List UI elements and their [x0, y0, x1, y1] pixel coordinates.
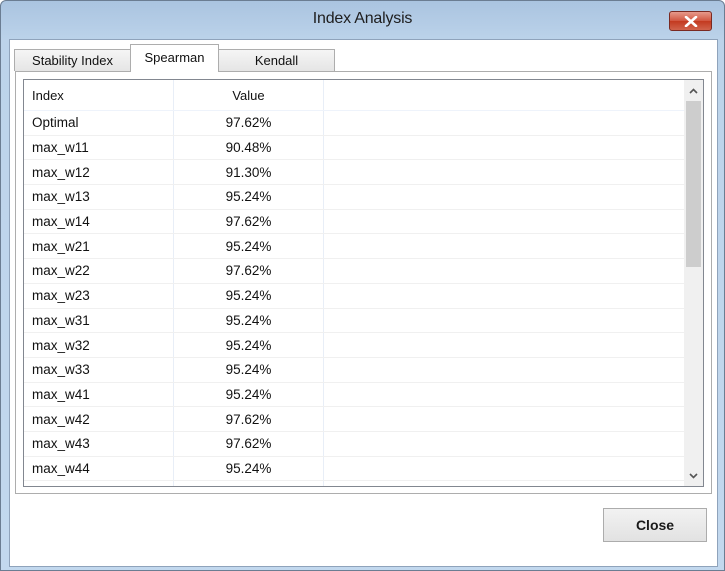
dialog-client-area: Stability Index Spearman Kendall Index V… — [9, 39, 718, 567]
cell-index: max_w44 — [24, 456, 174, 481]
cell-index: max_w21 — [24, 234, 174, 259]
cell-index: max_w11 — [24, 135, 174, 160]
cell-value: 97.62% — [174, 111, 324, 135]
cell-filler — [324, 358, 684, 382]
table-row[interactable]: max_w33 95.24% — [24, 357, 684, 383]
cell-filler — [324, 111, 684, 135]
cell-value: 95.24% — [174, 308, 324, 333]
table-row[interactable]: Optimal 97.62% — [24, 111, 684, 136]
chevron-up-icon — [689, 87, 698, 94]
window-close-button[interactable] — [669, 11, 712, 31]
tab-label: Stability Index — [32, 53, 113, 68]
scroll-up-button[interactable] — [684, 81, 703, 100]
tab-label: Kendall — [254, 53, 299, 68]
cell-index: max_w31 — [24, 308, 174, 333]
scroll-down-button[interactable] — [684, 466, 703, 485]
cell-index: max_w14 — [24, 209, 174, 234]
table-row[interactable]: max_w11 90.48% — [24, 135, 684, 161]
tab-kendall[interactable]: Kendall — [218, 49, 335, 71]
cell-value: 95.24% — [174, 357, 324, 382]
table-row[interactable]: max_w41 95.24% — [24, 382, 684, 408]
vertical-scrollbar[interactable] — [684, 80, 703, 486]
scroll-thumb[interactable] — [686, 101, 701, 267]
table-row[interactable]: max_w31 95.24% — [24, 308, 684, 334]
cell-value: 95.24% — [174, 185, 324, 209]
cell-filler — [324, 234, 684, 258]
cell-filler — [324, 383, 684, 407]
table-header: Index Value — [24, 80, 684, 111]
cell-index: max_w41 — [24, 382, 174, 407]
cell-index: max_w33 — [24, 357, 174, 382]
cell-index: max_w51 — [24, 481, 174, 486]
column-header-filler — [324, 80, 684, 110]
cell-filler — [324, 481, 684, 486]
cell-value: 97.62% — [174, 431, 324, 456]
table-row[interactable]: max_w13 95.24% — [24, 185, 684, 210]
cell-filler — [324, 432, 684, 456]
cell-filler — [324, 259, 684, 283]
cell-filler — [324, 457, 684, 481]
cell-filler — [324, 284, 684, 308]
spearman-tab-panel: Index Value Optimal 97.62% max_w11 90.48% ma… — [15, 71, 712, 494]
table-row[interactable]: max_w21 95.24% — [24, 234, 684, 260]
table-row[interactable]: max_w5195.24% — [24, 481, 684, 486]
cell-filler — [324, 309, 684, 333]
cell-index: max_w12 — [24, 160, 174, 185]
table-row[interactable]: max_w32 95.24% — [24, 333, 684, 358]
cell-filler — [324, 185, 684, 209]
table-body: Index Value Optimal 97.62% max_w11 90.48% ma… — [24, 80, 684, 486]
close-button[interactable]: Close — [603, 508, 707, 542]
table-row[interactable]: max_w14 97.62% — [24, 209, 684, 235]
results-table[interactable]: Index Value Optimal 97.62% max_w11 90.48% ma… — [23, 79, 704, 487]
cell-filler — [324, 210, 684, 234]
cell-index: max_w43 — [24, 431, 174, 456]
tab-stability-index[interactable]: Stability Index — [14, 49, 131, 71]
cell-index: max_w42 — [24, 407, 174, 431]
cell-value: 95.24% — [174, 234, 324, 259]
table-row[interactable]: max_w23 95.24% — [24, 283, 684, 309]
index-analysis-window: Index Analysis Stability Index Spearman … — [0, 0, 725, 571]
tab-spearman[interactable]: Spearman — [130, 44, 219, 72]
cell-value: 95.24% — [174, 333, 324, 357]
cell-filler — [324, 136, 684, 160]
column-header-value[interactable]: Value — [174, 80, 324, 110]
cell-filler — [324, 160, 684, 184]
chevron-down-icon — [689, 472, 698, 479]
window-title: Index Analysis — [312, 10, 413, 27]
column-header-index[interactable]: Index — [24, 80, 174, 110]
title-bar[interactable]: Index Analysis — [1, 1, 724, 39]
table-rows: Optimal 97.62% max_w11 90.48% max_w12 91.30% m… — [24, 111, 684, 486]
table-row[interactable]: max_w43 97.62% — [24, 431, 684, 457]
cell-value: 97.62% — [174, 259, 324, 283]
cell-value: 90.48% — [174, 135, 324, 160]
close-x-icon — [684, 15, 697, 27]
cell-index: Optimal — [24, 111, 174, 135]
cell-value: 91.30% — [174, 160, 324, 185]
cell-filler — [324, 333, 684, 357]
cell-value: 97.62% — [174, 407, 324, 431]
cell-index: max_w23 — [24, 283, 174, 308]
cell-filler — [324, 407, 684, 431]
cell-value: 97.62% — [174, 209, 324, 234]
cell-index: max_w13 — [24, 185, 174, 209]
cell-value: 95.24% — [174, 481, 324, 486]
tab-strip: Stability Index Spearman Kendall — [14, 44, 335, 72]
cell-index: max_w32 — [24, 333, 174, 357]
tab-label: Spearman — [144, 50, 205, 65]
table-row[interactable]: max_w12 91.30% — [24, 160, 684, 186]
cell-value: 95.24% — [174, 382, 324, 407]
cell-index: max_w22 — [24, 259, 174, 283]
table-row[interactable]: max_w22 97.62% — [24, 259, 684, 284]
cell-value: 95.24% — [174, 283, 324, 308]
table-row[interactable]: max_w44 95.24% — [24, 456, 684, 482]
table-row[interactable]: max_w42 97.62% — [24, 407, 684, 432]
cell-value: 95.24% — [174, 456, 324, 481]
